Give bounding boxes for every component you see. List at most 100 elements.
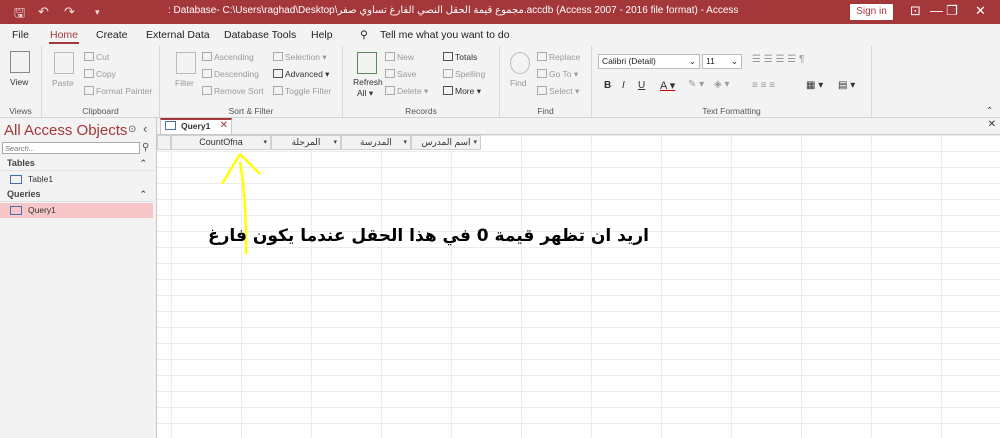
close-document-icon[interactable]: ✕ — [988, 119, 996, 130]
select-all-selector[interactable] — [157, 135, 171, 150]
column-header-school[interactable]: المدرسة ▾ — [341, 135, 411, 150]
find-button[interactable]: Find — [510, 78, 527, 88]
search-icon[interactable]: ⚲ — [142, 142, 149, 153]
font-name-select[interactable]: Calibri (Detail) ⌄ — [598, 54, 700, 69]
nav-section-tables[interactable]: Tables ⌃ — [0, 158, 157, 171]
tell-me-box[interactable]: Tell me what you want to do — [380, 29, 510, 41]
view-icon[interactable] — [10, 51, 30, 73]
bullets-icon[interactable]: ☰ ☰ ☰ ☰ ¶ — [752, 54, 804, 65]
remove-sort-button[interactable]: Remove Sort — [202, 86, 264, 96]
cut-button[interactable]: Cut — [84, 52, 109, 62]
tab-external-data[interactable]: External Data — [146, 29, 210, 41]
maximize-icon[interactable]: ❐ — [946, 3, 958, 19]
sort-filter-group-label: Sort & Filter — [228, 106, 274, 116]
nav-title[interactable]: All Access Objects — [4, 122, 127, 139]
spelling-button[interactable]: Spelling — [443, 69, 485, 79]
gridlines-icon[interactable]: ▦ ▾ — [806, 80, 823, 91]
column-header-teacher-name[interactable]: اسم المدرس ▾ — [411, 135, 481, 150]
undo-icon[interactable]: ↶ — [38, 4, 49, 20]
copy-button[interactable]: Copy — [84, 69, 116, 79]
nav-search-input[interactable] — [2, 142, 140, 154]
cut-icon — [84, 52, 94, 61]
save-record-button[interactable]: Save — [385, 69, 416, 79]
background-color-icon[interactable]: ◈ ▾ — [714, 79, 730, 90]
minimize-icon[interactable]: — — [930, 3, 943, 18]
tab-create[interactable]: Create — [96, 29, 128, 41]
find-icon[interactable] — [510, 52, 530, 74]
refresh-all-button[interactable]: Refresh — [353, 77, 383, 87]
view-button[interactable]: View — [10, 77, 28, 87]
ascending-button[interactable]: Ascending — [202, 52, 254, 62]
nav-item-table1[interactable]: Table1 — [0, 172, 153, 187]
font-size-dropdown-icon: ⌄ — [730, 56, 738, 66]
tab-query1[interactable]: Query1 ✕ — [160, 118, 232, 135]
text-formatting-group: Calibri (Detail) ⌄ 11 ⌄ B I U A ▾ ✎ ▾ ◈ ▾ … — [592, 46, 872, 118]
font-size-select[interactable]: 11 ⌄ — [702, 54, 742, 69]
tell-me-search-icon[interactable]: ⚲ — [360, 29, 368, 41]
collapse-queries-icon: ⌃ — [139, 189, 147, 199]
column-header-stage[interactable]: المرحلة ▾ — [271, 135, 341, 150]
advanced-filter-icon — [273, 69, 283, 78]
filter-button[interactable]: Filter — [175, 78, 194, 88]
selection-button[interactable]: Selection ▾ — [273, 52, 327, 63]
redo-icon[interactable]: ↷ — [64, 4, 75, 20]
document-tabs: Query1 ✕ ✕ — [157, 118, 1000, 135]
query-icon — [10, 206, 22, 215]
column-dropdown-icon[interactable]: ▾ — [473, 136, 477, 149]
column-dropdown-icon[interactable]: ▾ — [403, 136, 407, 149]
delete-record-button[interactable]: Delete ▾ — [385, 86, 428, 97]
goto-icon — [537, 69, 547, 78]
nav-section-queries[interactable]: Queries ⌃ — [0, 189, 157, 202]
copy-icon — [84, 69, 94, 78]
select-button[interactable]: Select ▾ — [537, 86, 579, 97]
paste-button[interactable]: Paste — [52, 78, 74, 88]
paste-icon[interactable] — [54, 52, 74, 74]
highlight-icon[interactable]: ✎ ▾ — [688, 79, 704, 90]
bold-button[interactable]: B — [604, 80, 611, 91]
goto-button[interactable]: Go To ▾ — [537, 69, 578, 80]
tab-home[interactable]: Home — [50, 29, 78, 41]
refresh-icon[interactable] — [357, 52, 377, 74]
new-record-button[interactable]: New — [385, 52, 414, 62]
format-painter-button[interactable]: Format Painter — [84, 86, 152, 96]
ribbon-display-icon[interactable]: ⊡ — [910, 3, 921, 19]
sign-in-button[interactable]: Sign in — [850, 4, 893, 20]
select-icon — [537, 86, 547, 95]
records-group-label: Records — [405, 106, 437, 116]
column-header-countofna[interactable]: CountOfna ▾ — [171, 135, 271, 150]
descending-button[interactable]: Descending — [202, 69, 259, 79]
column-dropdown-icon[interactable]: ▾ — [263, 136, 267, 149]
shutter-bar-icon[interactable]: ‹ — [143, 121, 147, 136]
save-icon[interactable]: 🖫 — [14, 4, 25, 26]
window-title: : Database- C:\Users\raghad\Desktop\مجمو… — [168, 5, 739, 16]
font-color-icon[interactable]: A ▾ — [660, 79, 675, 92]
nav-menu-icon[interactable]: ⊙ — [128, 124, 136, 135]
filter-icon[interactable] — [176, 52, 196, 74]
views-group-label: Views — [9, 106, 32, 116]
advanced-button[interactable]: Advanced ▾ — [273, 69, 329, 80]
close-tab-icon[interactable]: ✕ — [220, 119, 228, 132]
collapse-tables-icon: ⌃ — [139, 158, 147, 168]
italic-button[interactable]: I — [622, 80, 625, 91]
new-record-icon — [385, 52, 395, 61]
more-button[interactable]: More ▾ — [443, 86, 481, 97]
tab-database-tools[interactable]: Database Tools — [224, 29, 296, 41]
remove-sort-icon — [202, 86, 212, 95]
tab-file[interactable]: File — [12, 29, 29, 41]
nav-item-query1[interactable]: Query1 — [0, 203, 153, 218]
alternate-row-color-icon[interactable]: ▤ ▾ — [838, 80, 855, 91]
annotation-text: اريد ان تظهر قيمة 0 في هذا الحقل عندما ي… — [208, 226, 649, 246]
totals-button[interactable]: Totals — [443, 52, 477, 62]
replace-button[interactable]: Replace — [537, 52, 580, 62]
refresh-all-label: All ▾ — [357, 88, 374, 98]
close-icon[interactable]: ✕ — [975, 3, 986, 19]
customize-qa-icon[interactable]: ▾ — [95, 7, 100, 18]
datasheet-grid[interactable]: CountOfna ▾ المرحلة ▾ المدرسة ▾ اسم المدرس ▾ — [157, 134, 1000, 438]
underline-button[interactable]: U — [638, 80, 645, 91]
column-dropdown-icon[interactable]: ▾ — [333, 136, 337, 149]
collapse-ribbon-icon[interactable]: ⌃ — [986, 105, 993, 116]
alignment-icons[interactable]: ≡ ≡ ≡ — [752, 80, 775, 91]
save-record-icon — [385, 69, 395, 78]
toggle-filter-button[interactable]: Toggle Filter — [273, 86, 331, 96]
tab-help[interactable]: Help — [311, 29, 333, 41]
